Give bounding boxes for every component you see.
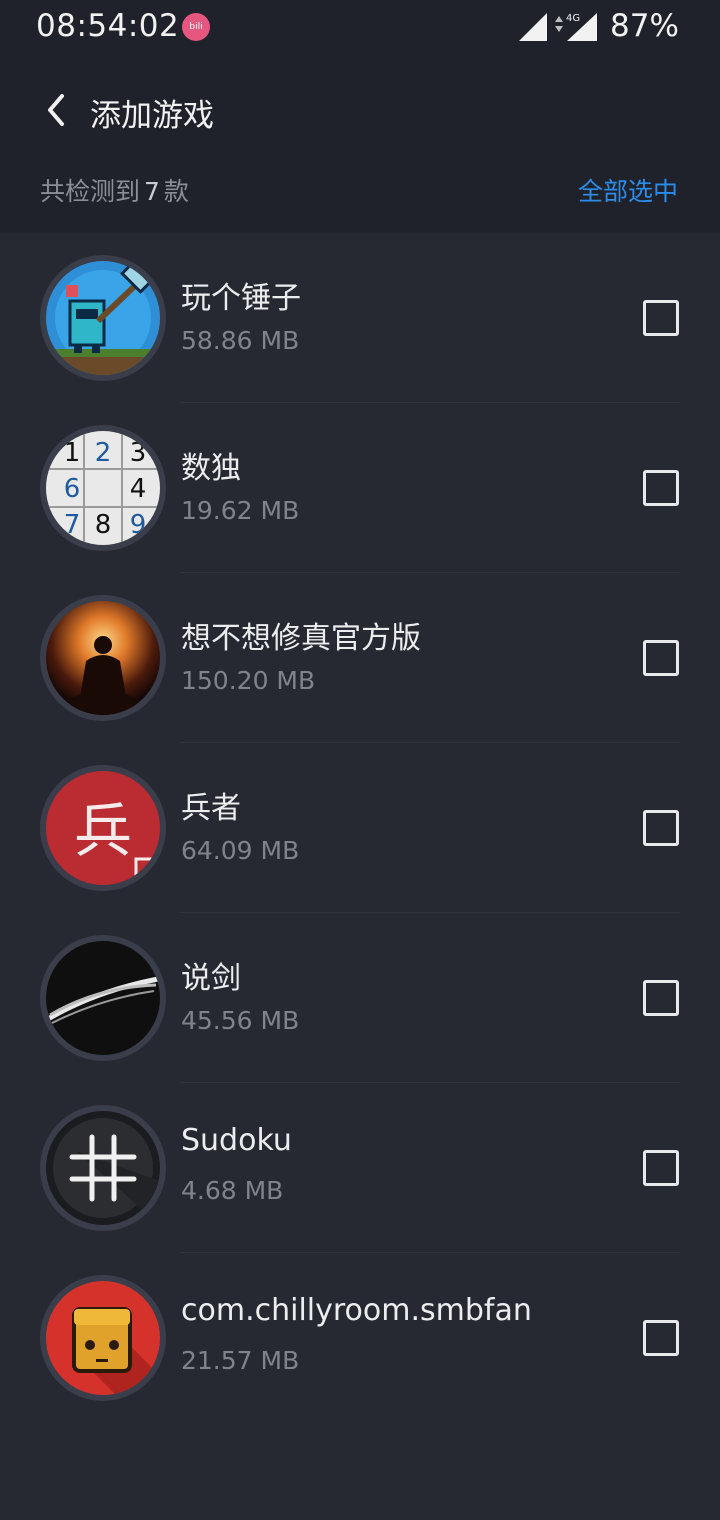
game-checkbox[interactable] <box>643 470 679 506</box>
svg-text:兵: 兵 <box>74 797 132 865</box>
game-row[interactable]: 1 2 3 6 4 7 8 9 数独 19.62 MB <box>0 403 720 573</box>
detected-count: 共检测到 7 款 <box>40 172 189 208</box>
game-checkbox[interactable] <box>643 810 679 846</box>
svg-text:8: 8 <box>95 510 112 540</box>
svg-text:4: 4 <box>130 474 147 504</box>
sword-stroke-icon <box>40 935 166 1061</box>
svg-text:2: 2 <box>95 438 112 468</box>
game-size: 21.57 MB <box>181 1346 300 1375</box>
game-name: 玩个锤子 <box>181 281 301 316</box>
count-prefix: 共检测到 <box>40 177 141 206</box>
game-checkbox[interactable] <box>643 640 679 676</box>
header-area: 08:54:02 bili 4G 87% 添加游戏 共检测到 7 款 全部选中 <box>0 0 720 233</box>
game-size: 4.68 MB <box>181 1176 284 1205</box>
count-number: 7 <box>144 177 160 206</box>
game-name: 说剑 <box>181 961 241 996</box>
svg-text:6: 6 <box>64 474 81 504</box>
status-time: 08:54:02 <box>36 8 180 44</box>
hash-grid-icon <box>40 1105 166 1231</box>
game-size: 58.86 MB <box>181 326 300 355</box>
game-size: 19.62 MB <box>181 496 300 525</box>
cellular-signal-icon: 4G <box>555 13 597 41</box>
game-list: 玩个锤子 58.86 MB 1 2 3 6 4 7 8 9 数独 19.62 M… <box>0 233 720 1423</box>
page-title: 添加游戏 <box>90 98 214 134</box>
game-name: com.chillyroom.smbfan <box>181 1293 532 1328</box>
hammer-game-icon <box>40 255 166 381</box>
game-size: 150.20 MB <box>181 666 316 695</box>
cultivation-game-icon <box>40 595 166 721</box>
game-name: 兵者 <box>181 791 241 826</box>
block-character-icon <box>40 1275 166 1401</box>
bilibili-icon: bili <box>182 13 210 41</box>
bingzhe-game-icon: 兵 <box>40 765 166 891</box>
game-row[interactable]: 想不想修真官方版 150.20 MB <box>0 573 720 743</box>
game-name: Sudoku <box>181 1123 292 1158</box>
game-checkbox[interactable] <box>643 300 679 336</box>
svg-text:3: 3 <box>130 438 147 468</box>
battery-level: 87% <box>610 8 679 44</box>
game-size: 64.09 MB <box>181 836 300 865</box>
game-name: 想不想修真官方版 <box>181 621 421 656</box>
game-checkbox[interactable] <box>643 1150 679 1186</box>
game-row[interactable]: 说剑 45.56 MB <box>0 913 720 1083</box>
game-row[interactable]: Sudoku 4.68 MB <box>0 1083 720 1253</box>
wifi-signal-icon <box>519 13 547 41</box>
game-row[interactable]: 玩个锤子 58.86 MB <box>0 233 720 403</box>
game-checkbox[interactable] <box>643 980 679 1016</box>
game-row[interactable]: com.chillyroom.smbfan 21.57 MB <box>0 1253 720 1423</box>
svg-text:9: 9 <box>130 510 147 540</box>
game-size: 45.56 MB <box>181 1006 300 1035</box>
svg-text:1: 1 <box>64 438 81 468</box>
svg-text:4G: 4G <box>566 13 580 24</box>
select-all-button[interactable]: 全部选中 <box>578 172 678 208</box>
game-name: 数独 <box>181 451 241 486</box>
game-checkbox[interactable] <box>643 1320 679 1356</box>
count-suffix: 款 <box>163 177 189 206</box>
chevron-left-icon[interactable] <box>40 90 72 130</box>
sudoku-grid-icon: 1 2 3 6 4 7 8 9 <box>40 425 166 551</box>
svg-text:7: 7 <box>64 510 81 540</box>
status-bar: 08:54:02 bili 4G 87% <box>0 0 720 56</box>
game-row[interactable]: 兵 兵者 64.09 MB <box>0 743 720 913</box>
